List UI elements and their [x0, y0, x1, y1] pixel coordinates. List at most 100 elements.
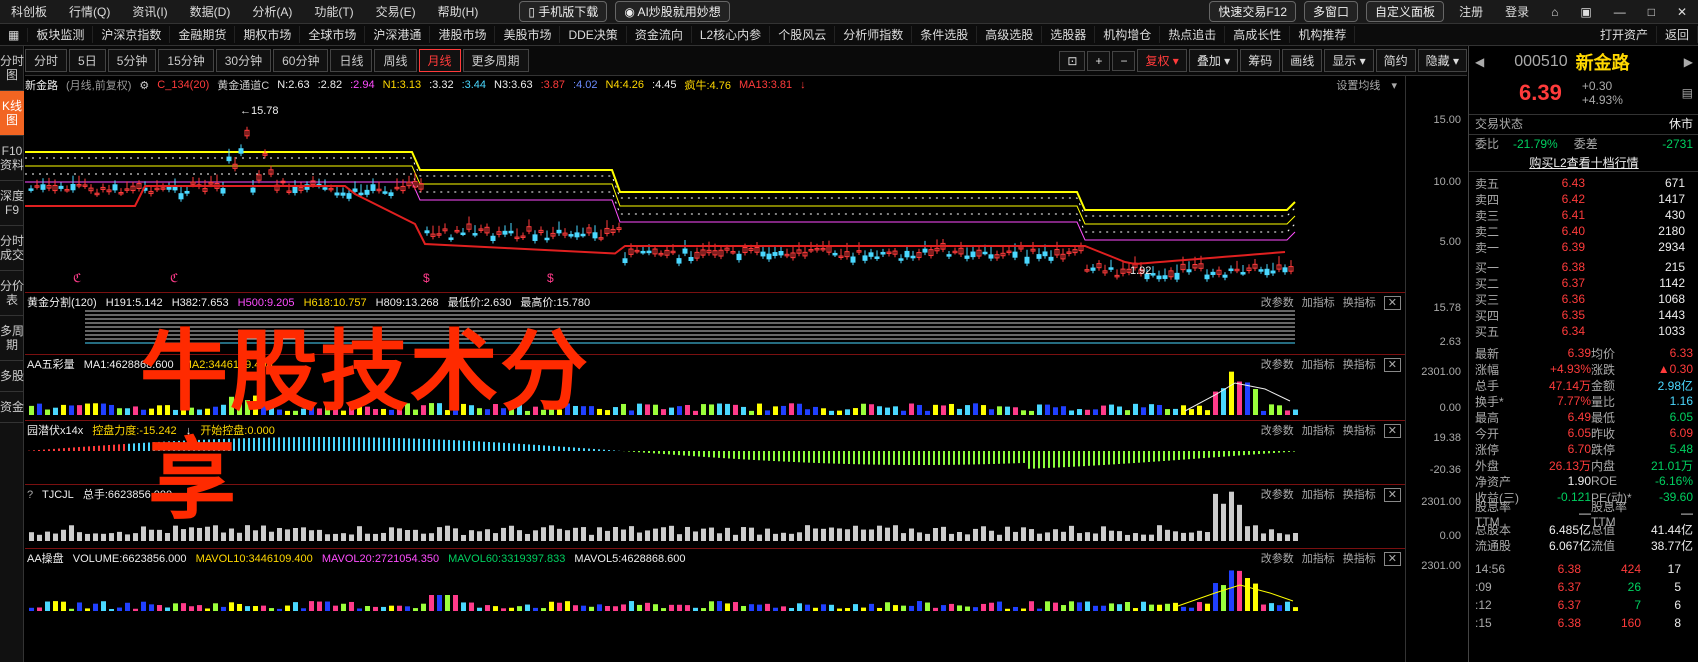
menu-item-market[interactable]: 行情(Q): [58, 3, 121, 20]
nav-item-6[interactable]: 沪深港通: [365, 26, 431, 43]
more-icon[interactable]: ▤: [1682, 86, 1693, 100]
nav-item-3[interactable]: 金融期货: [170, 26, 236, 43]
close-panel-icon[interactable]: ✕: [1383, 358, 1401, 372]
layout-icon[interactable]: ▣: [1569, 5, 1602, 19]
nav-item-18[interactable]: 热点追击: [1160, 26, 1226, 43]
nav-item-20[interactable]: 机构推荐: [1290, 26, 1356, 43]
zoom-in-icon[interactable]: +: [1087, 50, 1111, 71]
period-timeshare[interactable]: 分时: [25, 49, 68, 72]
menu-item-analysis[interactable]: 分析(A): [241, 3, 303, 20]
login-link[interactable]: 登录: [1494, 3, 1540, 20]
nav-item-11[interactable]: L2核心内参: [692, 26, 771, 43]
nav-item-12[interactable]: 个股风云: [770, 26, 836, 43]
close-panel-icon[interactable]: ✕: [1383, 424, 1401, 438]
custom-panel-button[interactable]: 自定义面板: [1366, 1, 1445, 22]
adjust-dropdown[interactable]: 复权 ▾: [1137, 49, 1187, 72]
period-5day[interactable]: 5日: [69, 49, 106, 72]
nav-item-8[interactable]: 美股市场: [495, 26, 561, 43]
fast-trade-button[interactable]: 快速交易F12: [1209, 1, 1297, 22]
simple-button[interactable]: 简约: [1375, 49, 1416, 72]
chips-button[interactable]: 筹码: [1240, 49, 1281, 72]
tab-f10[interactable]: F10资料: [0, 136, 24, 181]
nav-item-17[interactable]: 机构增仓: [1095, 26, 1161, 43]
tjcjl-help-icon[interactable]: ?: [27, 489, 33, 501]
nav-item-14[interactable]: 条件选股: [912, 26, 978, 43]
tab-capital[interactable]: 资金: [0, 392, 24, 423]
tab-price-table[interactable]: 分价表: [0, 271, 24, 316]
nav-item-5[interactable]: 全球市场: [300, 26, 366, 43]
menu-item-trade[interactable]: 交易(E): [365, 3, 427, 20]
tab-depth[interactable]: 深度F9: [0, 181, 24, 226]
period-more[interactable]: 更多周期: [462, 49, 529, 72]
open-assets-link[interactable]: 打开资产: [1592, 26, 1657, 43]
swap-indicator-button[interactable]: 换指标: [1343, 359, 1376, 371]
buy-l2-link[interactable]: 购买L2查看十档行情: [1529, 154, 1638, 171]
tab-multi-period[interactable]: 多周期: [0, 316, 24, 361]
nav-item-1[interactable]: 板块监测: [28, 26, 94, 43]
edit-params-button[interactable]: 改参数: [1261, 425, 1294, 437]
nav-item-7[interactable]: 港股市场: [430, 26, 496, 43]
nav-item-4[interactable]: 期权市场: [235, 26, 301, 43]
close-panel-icon[interactable]: ✕: [1383, 296, 1401, 310]
swap-indicator-button[interactable]: 换指标: [1343, 425, 1376, 437]
tab-ticks[interactable]: 分时成交: [0, 226, 24, 271]
mobile-download-button[interactable]: ▯ 手机版下载: [519, 1, 608, 22]
edit-params-button[interactable]: 改参数: [1261, 297, 1294, 309]
menu-item-kcb[interactable]: 科创板: [0, 3, 58, 20]
nav-item-9[interactable]: DDE决策: [560, 26, 627, 43]
home-icon[interactable]: ⌂: [1540, 5, 1569, 19]
swap-indicator-button[interactable]: 换指标: [1343, 553, 1376, 565]
menu-item-data[interactable]: 数据(D): [179, 3, 242, 20]
add-indicator-button[interactable]: 加指标: [1302, 359, 1335, 371]
swap-indicator-button[interactable]: 换指标: [1343, 297, 1376, 309]
zoom-out-icon[interactable]: −: [1112, 50, 1136, 71]
menu-item-function[interactable]: 功能(T): [303, 3, 364, 20]
nav-item-2[interactable]: 沪深京指数: [93, 26, 171, 43]
kline-chart[interactable]: ←15.78 1.92 ℭ ℭ $ $: [25, 94, 1405, 304]
nav-item-13[interactable]: 分析师指数: [835, 26, 913, 43]
lock-icon[interactable]: ⊡: [1059, 50, 1086, 71]
add-indicator-button[interactable]: 加指标: [1302, 297, 1335, 309]
prev-stock-icon[interactable]: ◀: [1475, 55, 1484, 69]
close-panel-icon[interactable]: ✕: [1383, 552, 1401, 566]
period-60min[interactable]: 60分钟: [273, 49, 329, 72]
add-indicator-button[interactable]: 加指标: [1302, 489, 1335, 501]
overlay-dropdown[interactable]: 叠加 ▾: [1188, 49, 1239, 72]
nav-item-19[interactable]: 高成长性: [1225, 26, 1291, 43]
nav-item-16[interactable]: 选股器: [1042, 26, 1096, 43]
period-15min[interactable]: 15分钟: [158, 49, 214, 72]
tab-kline[interactable]: K线图: [0, 91, 24, 136]
period-day[interactable]: 日线: [330, 49, 373, 72]
draw-line-button[interactable]: 画线: [1282, 49, 1323, 72]
period-30min[interactable]: 30分钟: [215, 49, 272, 72]
maximize-icon[interactable]: □: [1637, 5, 1666, 19]
menu-item-news[interactable]: 资讯(I): [121, 3, 178, 20]
edit-params-button[interactable]: 改参数: [1261, 553, 1294, 565]
period-5min[interactable]: 5分钟: [107, 49, 157, 72]
swap-indicator-button[interactable]: 换指标: [1343, 489, 1376, 501]
close-panel-icon[interactable]: ✕: [1383, 488, 1401, 502]
tab-timeshare[interactable]: 分时图: [0, 46, 24, 91]
display-dropdown[interactable]: 显示 ▾: [1324, 49, 1374, 72]
ma-settings-link[interactable]: 设置均线 ▾: [1336, 77, 1397, 93]
hide-dropdown[interactable]: 隐藏 ▾: [1417, 49, 1467, 72]
multi-window-button[interactable]: 多窗口: [1304, 1, 1359, 22]
period-month[interactable]: 月线: [418, 49, 461, 72]
menu-item-help[interactable]: 帮助(H): [427, 3, 490, 20]
nav-item-15[interactable]: 高级选股: [977, 26, 1043, 43]
back-link[interactable]: 返回: [1657, 26, 1698, 43]
edit-params-button[interactable]: 改参数: [1261, 489, 1294, 501]
tab-multi-stock[interactable]: 多股: [0, 361, 24, 392]
next-stock-icon[interactable]: ▶: [1684, 55, 1693, 69]
register-link[interactable]: 注册: [1448, 3, 1494, 20]
minimize-icon[interactable]: —: [1603, 5, 1637, 19]
nav-item-10[interactable]: 资金流向: [627, 26, 692, 43]
indicator-c134[interactable]: C_134(20): [157, 79, 209, 91]
edit-params-button[interactable]: 改参数: [1261, 359, 1294, 371]
ai-button[interactable]: ◉ AI炒股就用妙想: [615, 1, 730, 22]
nav-grid-icon[interactable]: ▦: [0, 27, 29, 42]
add-indicator-button[interactable]: 加指标: [1302, 553, 1335, 565]
settings-gear-icon[interactable]: ⚙: [139, 79, 149, 92]
close-icon[interactable]: ✕: [1666, 5, 1698, 19]
add-indicator-button[interactable]: 加指标: [1302, 425, 1335, 437]
